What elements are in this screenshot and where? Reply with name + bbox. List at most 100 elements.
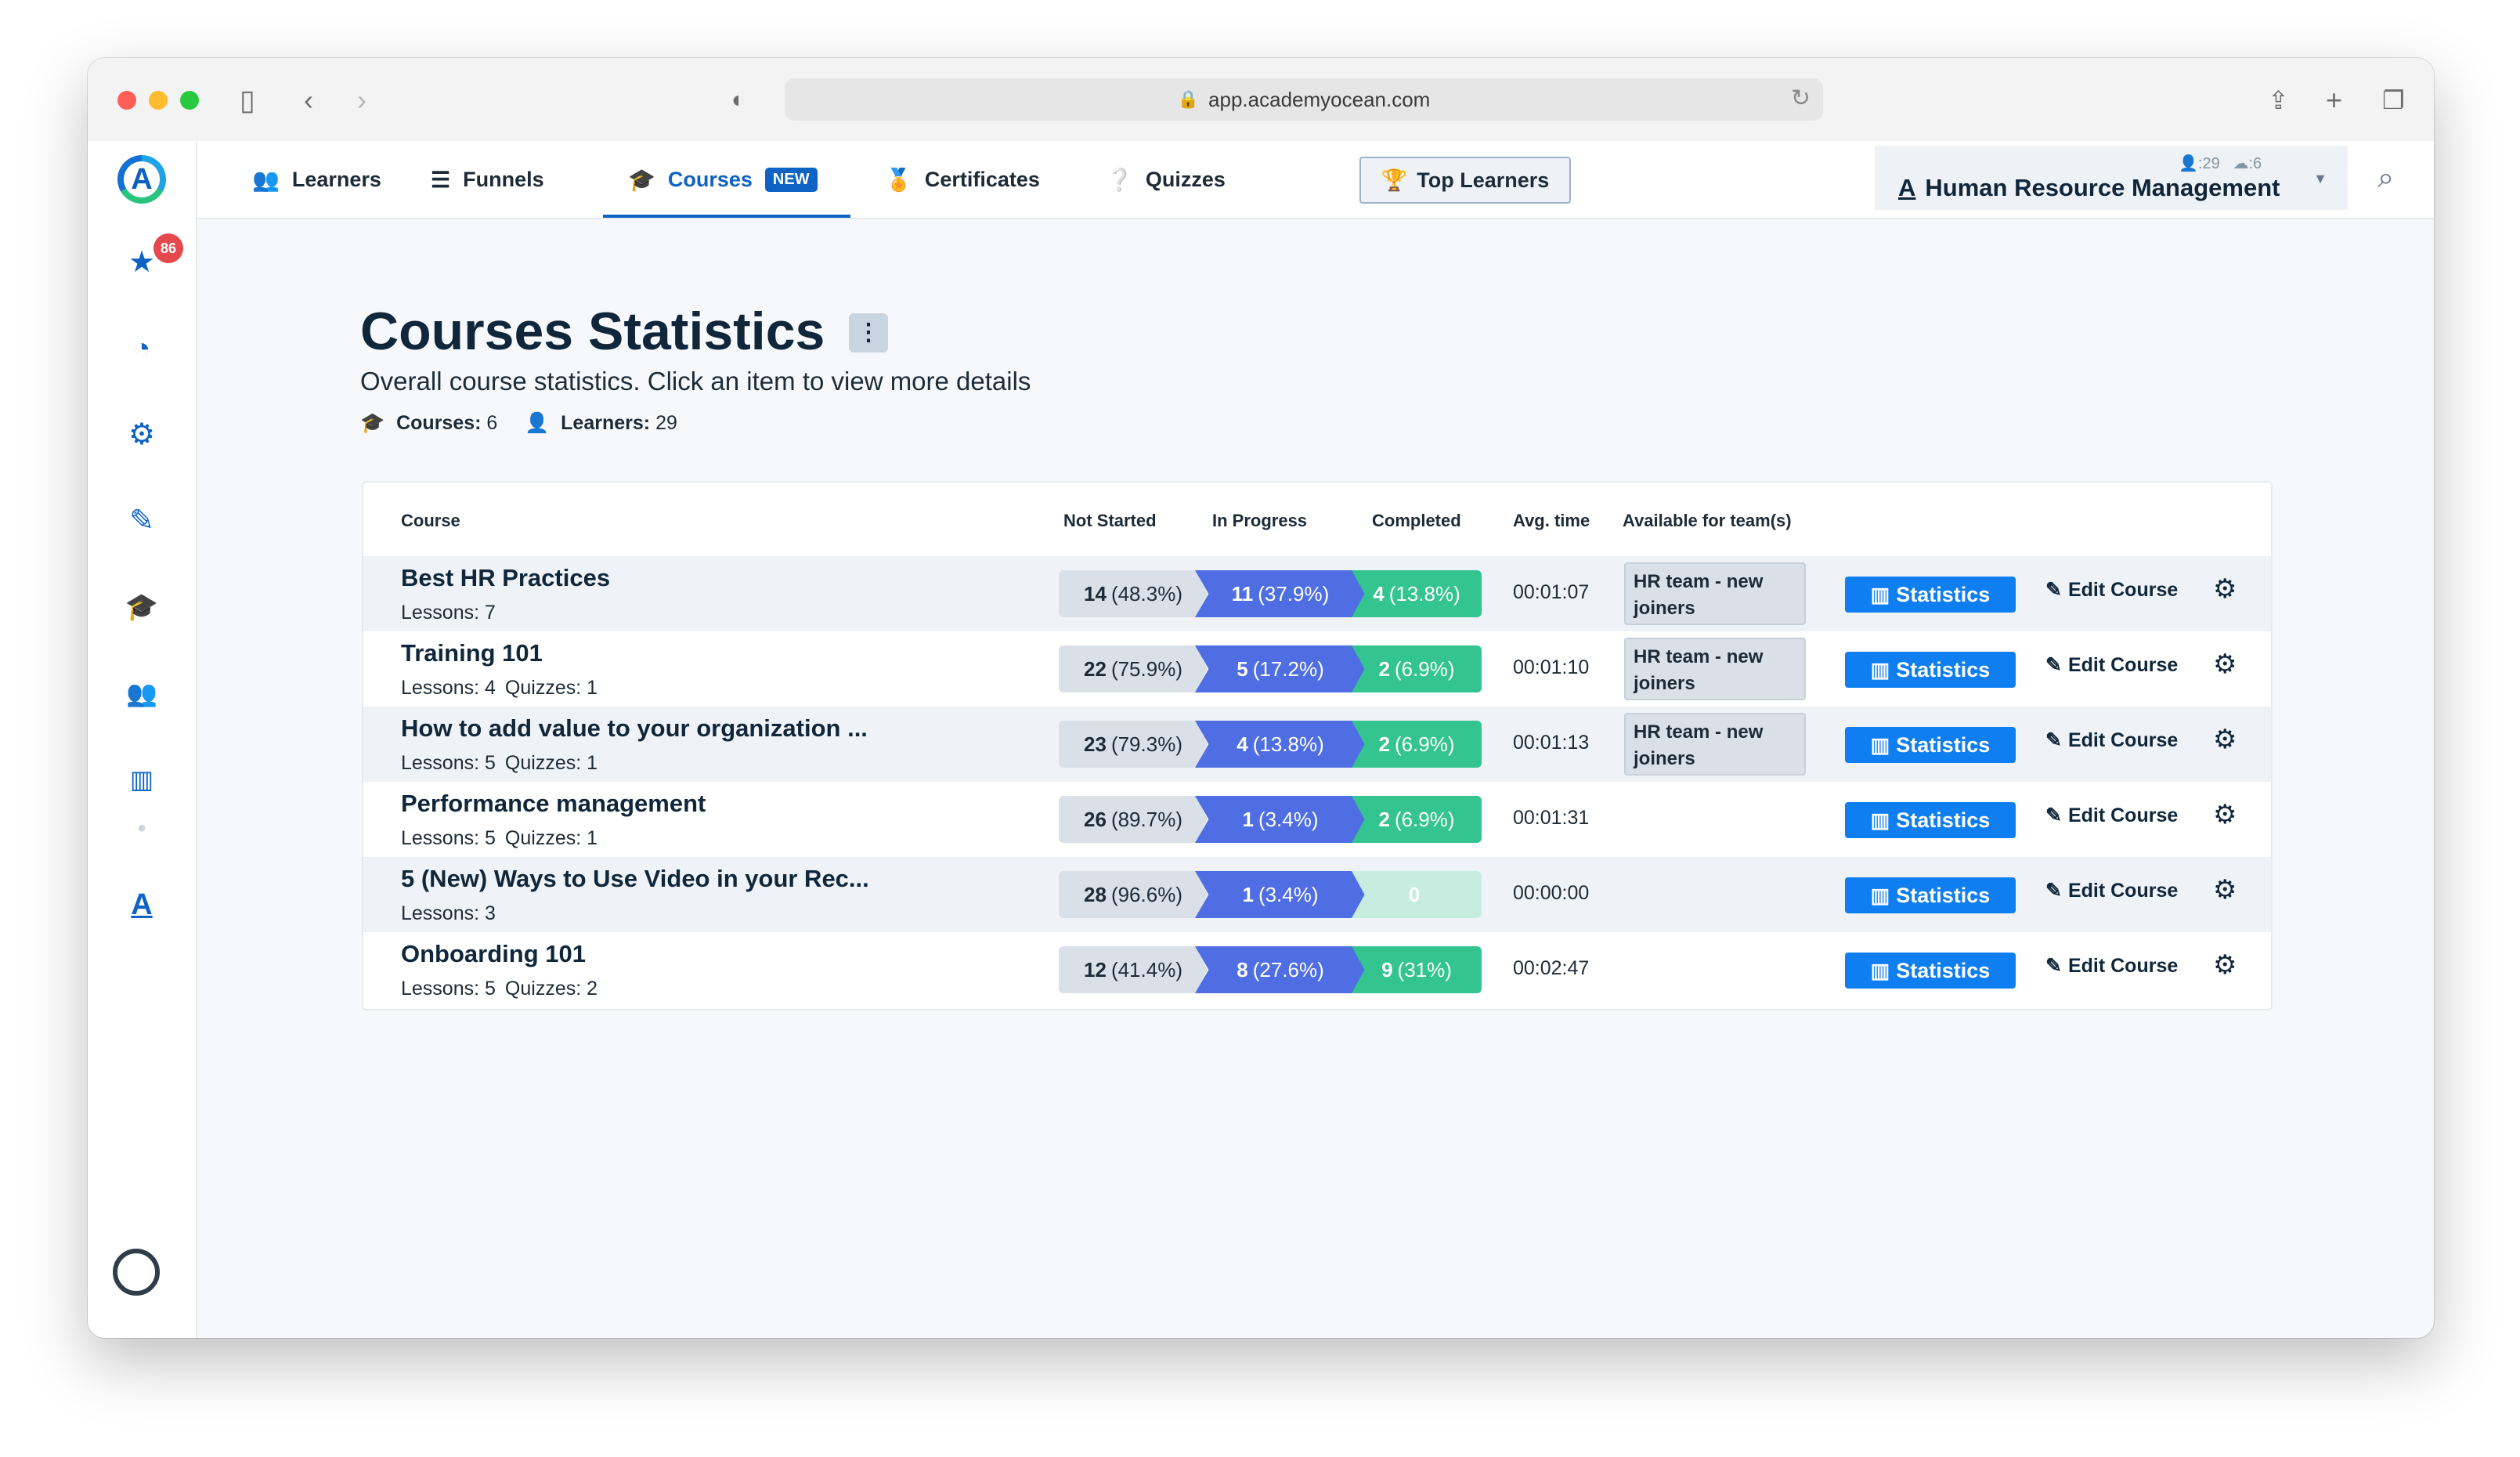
reports-bar-chart-icon[interactable]: ▥ [88, 760, 196, 799]
table-row[interactable]: Onboarding 101 Lessons: 5 Quizzes: 2 12 (41.… [363, 932, 2271, 1007]
reload-icon[interactable]: ↻ [1791, 85, 1811, 112]
team-users-icon[interactable]: 👥 [88, 674, 196, 713]
not-started-segment[interactable]: 26 (89.7%) [1059, 796, 1208, 843]
table-row[interactable]: Training 101 Lessons: 4 Quizzes: 1 22 (75.9%… [363, 631, 2271, 707]
edit-course-button[interactable]: ✎ Edit Course [2045, 954, 2178, 978]
completed-segment[interactable]: 0 [1352, 871, 1482, 918]
top-learners-button[interactable]: 🏆 Top Learners [1359, 157, 1571, 204]
table-row[interactable]: Performance management Lessons: 5 Quizzes:… [363, 782, 2271, 857]
completed-segment[interactable]: 2 (6.9%) [1352, 721, 1482, 768]
table-row[interactable]: 5 (New) Ways to Use Video in your Rec...… [363, 857, 2271, 932]
team-tag: HR team - new joiners [1624, 638, 1806, 700]
nav-learners[interactable]: 👥 Learners [252, 141, 381, 218]
completed-segment[interactable]: 4 (13.8%) [1352, 570, 1482, 617]
in-progress-segment[interactable]: 8 (27.6%) [1195, 946, 1366, 993]
not-started-segment[interactable]: 23 (79.3%) [1059, 721, 1208, 768]
notification-badge: 86 [153, 233, 183, 263]
minimize-window-button[interactable] [149, 91, 168, 110]
nav-quizzes[interactable]: ❔ Quizzes [1106, 141, 1226, 218]
quizzes-count: Quizzes: 1 [504, 752, 598, 774]
academyocean-logo[interactable]: A [117, 155, 166, 204]
settings-gear-icon[interactable]: ⚙ [88, 415, 196, 454]
design-brush-icon[interactable]: ✎ [88, 501, 196, 540]
completed-segment[interactable]: 2 (6.9%) [1352, 796, 1482, 843]
course-settings-gear-icon[interactable]: ⚙ [2213, 949, 2237, 981]
user-avatar[interactable] [113, 1249, 160, 1296]
back-icon[interactable]: ‹ [304, 83, 313, 118]
course-name[interactable]: How to add value to your organization ..… [401, 714, 868, 743]
organization-selector[interactable]: 👤:29 ☁:6 A Human Resource Management ▼ [1875, 146, 2348, 210]
edit-course-button[interactable]: ✎ Edit Course [2045, 879, 2178, 902]
not-started-count: 28 [1084, 882, 1107, 906]
completed-segment[interactable]: 9 (31%) [1352, 946, 1482, 993]
course-settings-gear-icon[interactable]: ⚙ [2213, 573, 2237, 605]
statistics-button[interactable]: ▥ Statistics [1845, 877, 2016, 913]
nav-certificates[interactable]: 🏅 Certificates [885, 141, 1040, 218]
course-meta: Lessons: 5 Quizzes: 1 [401, 827, 607, 850]
statistics-button[interactable]: ▥ Statistics [1845, 727, 2016, 763]
in-progress-percent: (27.6%) [1252, 957, 1324, 982]
not-started-segment[interactable]: 14 (48.3%) [1059, 570, 1208, 617]
statistics-button[interactable]: ▥ Statistics [1845, 652, 2016, 688]
edit-course-button[interactable]: ✎ Edit Course [2045, 728, 2178, 752]
edit-course-button[interactable]: ✎ Edit Course [2045, 653, 2178, 677]
course-name[interactable]: 5 (New) Ways to Use Video in your Rec... [401, 865, 869, 893]
not-started-segment[interactable]: 12 (41.4%) [1059, 946, 1208, 993]
academy-letter-icon[interactable]: A [88, 885, 196, 924]
search-icon[interactable]: ⌕ [2377, 161, 2394, 195]
not-started-segment[interactable]: 22 (75.9%) [1059, 645, 1208, 692]
academy-graduation-cap-icon[interactable]: 🎓 [88, 588, 196, 627]
edit-course-button[interactable]: ✎ Edit Course [2045, 578, 2178, 602]
course-name[interactable]: Training 101 [401, 639, 543, 667]
bar-chart-icon: ▥ [1870, 657, 1890, 682]
course-settings-gear-icon[interactable]: ⚙ [2213, 799, 2237, 830]
course-settings-gear-icon[interactable]: ⚙ [2213, 874, 2237, 906]
in-progress-segment[interactable]: 5 (17.2%) [1195, 645, 1366, 692]
close-window-button[interactable] [117, 91, 136, 110]
course-name[interactable]: Best HR Practices [401, 564, 610, 592]
not-started-segment[interactable]: 28 (96.6%) [1059, 871, 1208, 918]
learners-count-label: Learners: [561, 412, 651, 434]
address-bar[interactable]: 🔒 app.academyocean.com ↻ [785, 78, 1823, 121]
forward-icon[interactable]: › [357, 83, 366, 118]
nav-courses-label: Courses [667, 167, 753, 191]
edit-course-label: Edit Course [2067, 654, 2179, 676]
quizzes-count: Quizzes: 1 [504, 827, 598, 849]
statistics-button[interactable]: ▥ Statistics [1845, 802, 2016, 838]
statistics-button[interactable]: ▥ Statistics [1845, 577, 2016, 613]
course-settings-gear-icon[interactable]: ⚙ [2213, 724, 2237, 755]
table-row[interactable]: Best HR Practices Lessons: 7 14 (48.3%) 11 (3… [363, 556, 2271, 631]
completed-segment[interactable]: 2 (6.9%) [1352, 645, 1482, 692]
pencil-icon: ✎ [2045, 729, 2062, 751]
in-progress-segment[interactable]: 11 (37.9%) [1195, 570, 1366, 617]
in-progress-segment[interactable]: 1 (3.4%) [1195, 871, 1366, 918]
table-row[interactable]: How to add value to your organization ..… [363, 707, 2271, 782]
in-progress-count: 4 [1237, 732, 1248, 756]
team-tag: HR team - new joiners [1624, 713, 1806, 776]
course-settings-gear-icon[interactable]: ⚙ [2213, 649, 2237, 680]
not-started-count: 14 [1084, 581, 1107, 606]
not-started-percent: (79.3%) [1110, 732, 1182, 756]
in-progress-segment[interactable]: 1 (3.4%) [1195, 796, 1366, 843]
in-progress-percent: (37.9%) [1258, 581, 1330, 606]
statistics-button[interactable]: ▥ Statistics [1845, 953, 2016, 989]
completed-percent: (6.9%) [1394, 732, 1455, 756]
new-tab-icon[interactable]: + [2326, 83, 2342, 118]
nav-courses[interactable]: 🎓 Courses NEW [603, 141, 850, 218]
share-icon[interactable]: ⇪ [2268, 83, 2289, 118]
course-meta: Lessons: 3 [401, 902, 514, 925]
course-name[interactable]: Performance management [401, 790, 706, 818]
tab-overview-icon[interactable]: ❐ [2382, 83, 2405, 118]
privacy-shield-icon[interactable]: ◐ [731, 83, 746, 118]
sidebar-toggle-icon[interactable]: ▯ [240, 83, 255, 118]
not-started-count: 12 [1084, 957, 1107, 982]
dashboard-gauge-icon[interactable]: ◔ [88, 329, 196, 368]
edit-course-button[interactable]: ✎ Edit Course [2045, 804, 2178, 827]
in-progress-segment[interactable]: 4 (13.8%) [1195, 721, 1366, 768]
pencil-icon: ✎ [2045, 579, 2062, 601]
nav-funnels[interactable]: ☰ Funnels [431, 141, 544, 218]
lessons-count: Lessons: 5 [401, 827, 496, 849]
more-options-button[interactable]: ⋮ [849, 313, 888, 352]
course-name[interactable]: Onboarding 101 [401, 940, 586, 968]
zoom-window-button[interactable] [180, 91, 199, 110]
